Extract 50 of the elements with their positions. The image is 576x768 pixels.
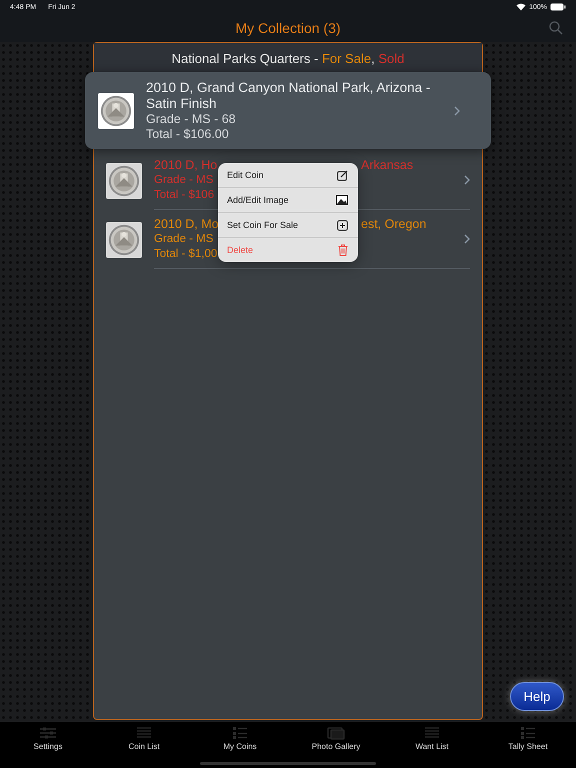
nav-title: My Collection (3) xyxy=(235,20,341,36)
coin-grade: Grade - MS xyxy=(154,232,214,247)
sliders-icon xyxy=(38,726,58,740)
menu-item[interactable]: Add/Edit Image xyxy=(218,188,358,213)
tab-item[interactable]: Coin List xyxy=(96,726,192,762)
checklist-icon xyxy=(230,726,250,740)
menu-item[interactable]: Set Coin For Sale xyxy=(218,213,358,238)
tab-label: My Coins xyxy=(223,742,257,751)
chevron-icon xyxy=(464,234,470,244)
tab-label: Coin List xyxy=(128,742,160,751)
tab-label: Tally Sheet xyxy=(508,742,548,751)
coin-title: 2010 D, Ho xyxy=(154,157,218,173)
coin-total: Total - $106.00 xyxy=(146,127,229,142)
wifi-icon xyxy=(516,3,526,11)
photos-icon xyxy=(326,726,346,740)
help-button[interactable]: Help xyxy=(510,682,564,711)
menu-item-label: Add/Edit Image xyxy=(227,195,289,205)
chevron-icon xyxy=(464,175,470,185)
tab-item[interactable]: Settings xyxy=(0,726,96,762)
coin-total: Total - $106 xyxy=(154,188,214,203)
search-icon[interactable] xyxy=(549,21,563,35)
chevron-icon xyxy=(454,106,460,116)
coin-total: Total - $1,00 xyxy=(154,247,218,262)
image-icon xyxy=(336,195,348,205)
tab-label: Want List xyxy=(415,742,449,751)
list-icon xyxy=(422,726,442,740)
coin-title: 2010 D, Grand Canyon National Park, Arizona - Satin Finish xyxy=(146,80,432,112)
coin-title: 2010 D, Mo xyxy=(154,216,218,232)
battery-icon xyxy=(550,3,566,11)
tab-item[interactable]: Photo Gallery xyxy=(288,726,384,762)
coin-grade: Grade - MS xyxy=(154,173,214,188)
coin-title: Arkansas xyxy=(361,157,414,173)
menu-item-label: Set Coin For Sale xyxy=(227,220,298,230)
menu-item-label: Edit Coin xyxy=(227,170,264,180)
tab-item[interactable]: Want List xyxy=(384,726,480,762)
plus-square-icon xyxy=(337,220,348,230)
menu-item-label: Delete xyxy=(227,245,254,255)
coin-row[interactable]: 2010 D, Grand Canyon National Park, Arizona - Satin Finish Grade - MS - 68 Total - $106.00 xyxy=(85,72,491,149)
tab-item[interactable]: My Coins xyxy=(192,726,288,762)
checklist-icon xyxy=(518,726,538,740)
tab-label: Photo Gallery xyxy=(312,742,360,751)
panel-title: National Parks Quarters - For Sale, Sold xyxy=(94,43,482,72)
menu-item[interactable]: Edit Coin xyxy=(218,163,358,188)
list-icon xyxy=(134,726,154,740)
tab-label: Settings xyxy=(34,742,62,751)
coin-title: est, Oregon xyxy=(361,216,428,232)
coin-grade: Grade - MS - 68 xyxy=(146,112,236,127)
tab-item[interactable]: Tally Sheet xyxy=(480,726,576,762)
trash-icon xyxy=(338,244,348,256)
edit-icon xyxy=(337,170,348,180)
